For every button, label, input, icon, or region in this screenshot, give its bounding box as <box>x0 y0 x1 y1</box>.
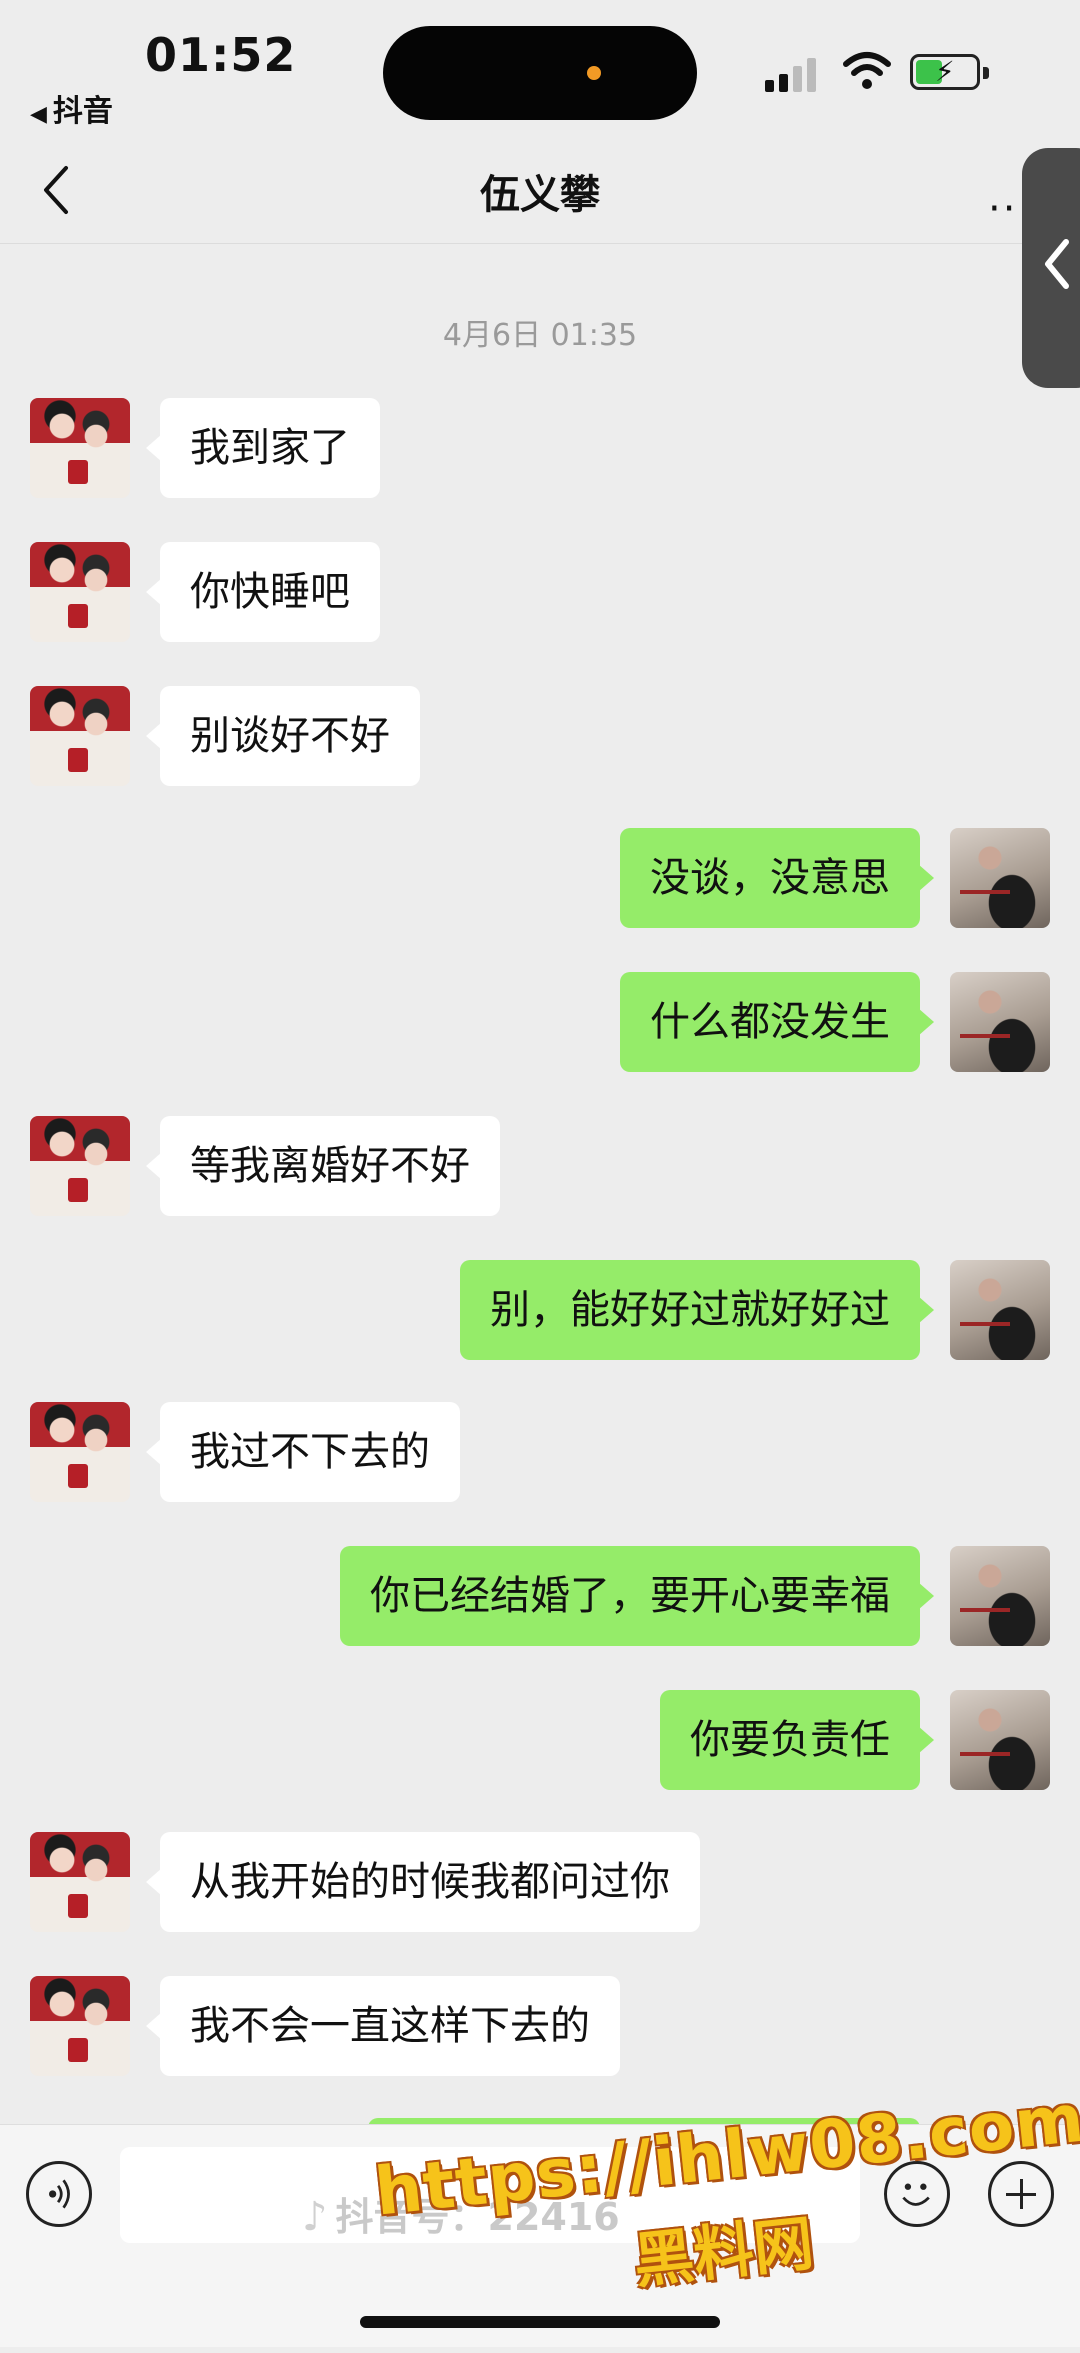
status-bar: 01:52 ◀ 抖音 ⚡ <box>0 0 1080 140</box>
message-row: 我过不下去的 <box>0 1402 1080 1502</box>
message-bubble-received[interactable]: 从我开始的时候我都问过你 <box>146 1832 700 1932</box>
wifi-icon <box>843 52 891 89</box>
douyin-logo-icon: ♪ <box>302 2194 328 2240</box>
clock: 01:52 <box>145 28 297 82</box>
message-row: 我不会一直这样下去的 <box>0 1976 1080 2076</box>
back-to-app-link[interactable]: ◀ 抖音 <box>30 86 113 130</box>
message-row: 没谈，没意思 <box>0 828 1080 928</box>
message-bubble-sent[interactable]: 你要负责任 <box>660 1690 934 1790</box>
home-indicator[interactable] <box>360 2316 720 2328</box>
message-row: 你快睡吧 <box>0 542 1080 642</box>
message-row: 从我开始的时候我都问过你 <box>0 1832 1080 1932</box>
message-bubble-received[interactable]: 你快睡吧 <box>146 542 380 642</box>
my-avatar[interactable] <box>950 1690 1050 1790</box>
message-bubble-sent[interactable]: 什么都没发生 <box>620 972 934 1072</box>
contact-avatar[interactable] <box>30 1832 130 1932</box>
contact-avatar[interactable] <box>30 1402 130 1502</box>
message-bubble-sent[interactable]: 你已经结婚了，要开心要幸福 <box>340 1546 934 1646</box>
message-row: 等我离婚好不好 <box>0 1116 1080 1216</box>
chevron-left-icon <box>1045 239 1069 289</box>
chat-timestamp: 4月6日 01:35 <box>442 318 638 353</box>
my-avatar[interactable] <box>950 1546 1050 1646</box>
chat-title: 伍义攀 <box>480 172 600 218</box>
message-row: 我到家了 <box>0 398 1080 498</box>
cellular-signal-icon <box>765 56 825 92</box>
message-row: 什么都没发生 <box>0 972 1080 1072</box>
contact-avatar[interactable] <box>30 1116 130 1216</box>
back-triangle-icon: ◀ <box>30 102 47 127</box>
message-bubble-received[interactable]: 别谈好不好 <box>146 686 420 786</box>
battery-icon: ⚡ <box>910 54 989 90</box>
watermark-name: 黑料网 <box>630 2208 817 2298</box>
chat-header: 伍义攀 ·· <box>0 140 1080 244</box>
dynamic-island <box>383 26 697 120</box>
contact-avatar[interactable] <box>30 542 130 642</box>
more-options-button[interactable]: ·· <box>988 186 1017 232</box>
message-row: 你已经结婚了，要开心要幸福 <box>0 1546 1080 1646</box>
contact-avatar[interactable] <box>30 686 130 786</box>
back-app-label: 抖音 <box>52 94 113 129</box>
message-bubble-received[interactable]: 我到家了 <box>146 398 380 498</box>
voice-icon[interactable] <box>26 2161 92 2227</box>
contact-avatar[interactable] <box>30 1976 130 2076</box>
contact-avatar[interactable] <box>30 398 130 498</box>
message-bubble-sent[interactable]: 没谈，没意思 <box>620 828 934 928</box>
message-row: 你要负责任 <box>0 1690 1080 1790</box>
message-bubble-sent[interactable]: 别，能好好过就好好过 <box>460 1260 934 1360</box>
message-bubble-received[interactable]: 等我离婚好不好 <box>146 1116 500 1216</box>
message-bubble-received[interactable]: 我过不下去的 <box>146 1402 460 1502</box>
my-avatar[interactable] <box>950 828 1050 928</box>
my-avatar[interactable] <box>950 1260 1050 1360</box>
message-row: 别，能好好过就好好过 <box>0 1260 1080 1360</box>
privacy-indicator <box>587 66 601 80</box>
message-bubble-received[interactable]: 我不会一直这样下去的 <box>146 1976 620 2076</box>
message-row: 别谈好不好 <box>0 686 1080 786</box>
my-avatar[interactable] <box>950 972 1050 1072</box>
